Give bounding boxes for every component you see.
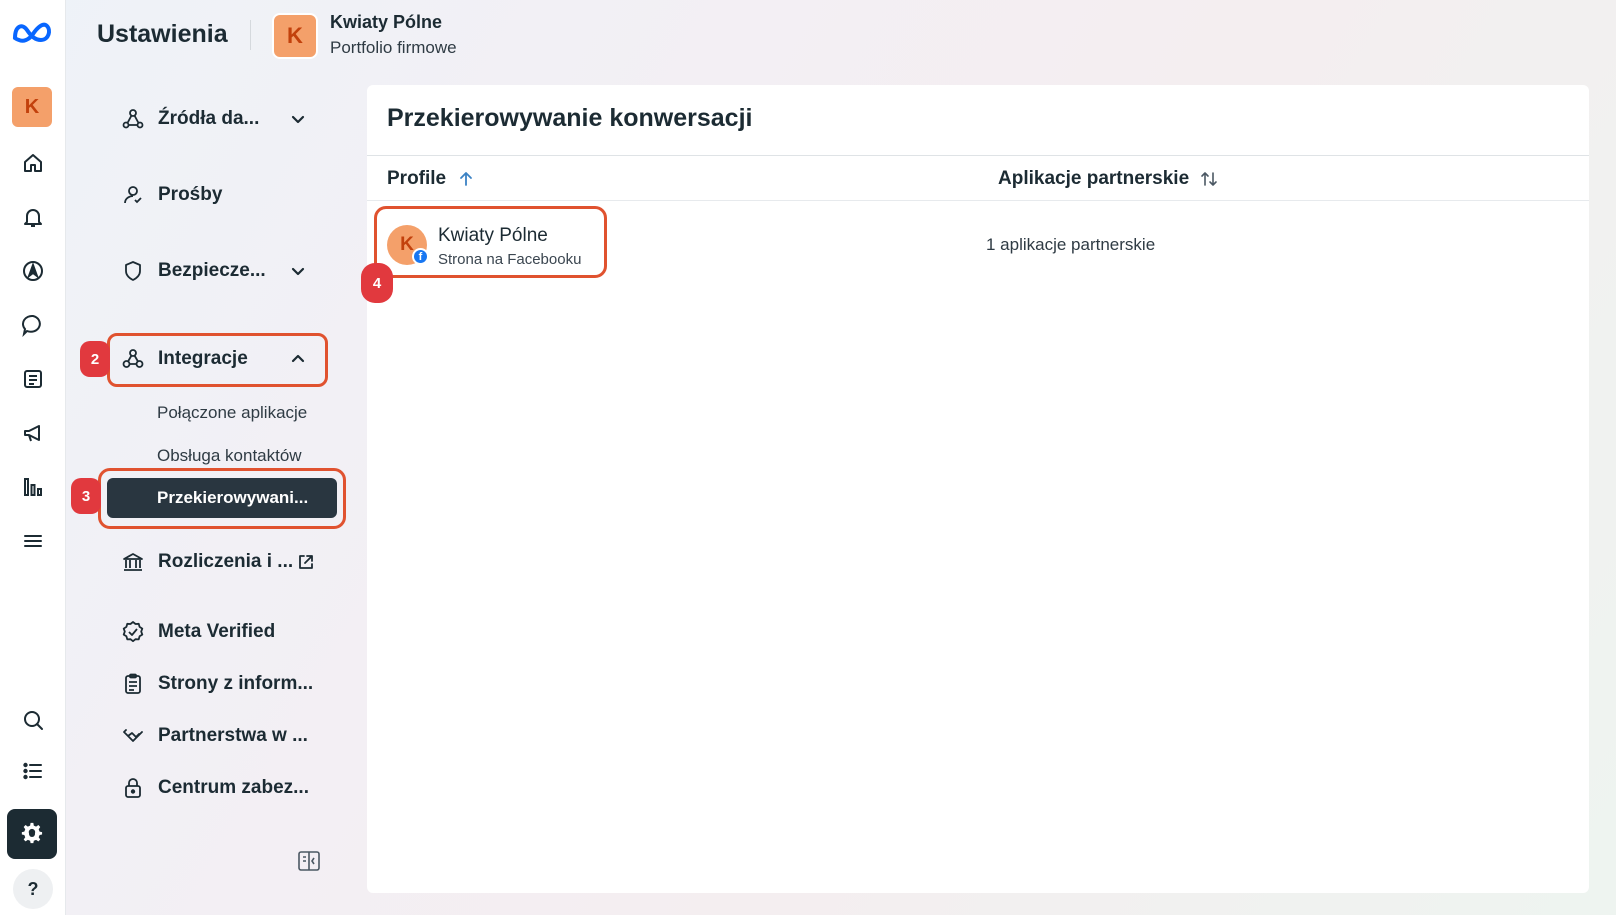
chevron-down-icon [288, 261, 308, 281]
business-avatar-header[interactable]: K [272, 13, 318, 59]
page-title: Ustawienia [97, 20, 228, 48]
icon-rail: K ? [0, 0, 66, 915]
sidebar-item-info-pages[interactable]: Strony z inform... [108, 658, 328, 710]
external-link-icon [296, 552, 316, 572]
panel-title: Przekierowywanie konwersacji [387, 104, 753, 132]
sidebar-item-label: Meta Verified [158, 621, 276, 642]
lock-icon [120, 775, 146, 801]
header-divider [250, 20, 251, 50]
sidebar-item-label: Rozliczenia i ... [158, 551, 294, 572]
business-subtitle: Portfolio firmowe [330, 38, 457, 57]
sort-ascending-icon [460, 172, 473, 186]
meta-logo[interactable] [10, 12, 56, 52]
menu-icon[interactable] [13, 521, 53, 561]
gear-icon[interactable] [7, 809, 57, 859]
sort-toggle-icon [1201, 172, 1217, 186]
table-header: Profile Aplikacje partnerskie [367, 155, 1589, 201]
newspaper-icon[interactable] [13, 359, 53, 399]
subitem-connected-apps[interactable]: Połączone aplikacje [157, 403, 307, 423]
compass-icon[interactable] [13, 251, 53, 291]
sidebar-item-data-sources[interactable]: Źródła da... [108, 93, 328, 145]
sidebar-item-label: Bezpiecze... [158, 260, 266, 281]
sidebar-item-billing[interactable]: Rozliczenia i ... [108, 536, 328, 588]
chat-icon[interactable] [13, 305, 53, 345]
chevron-down-icon [288, 109, 308, 129]
business-avatar[interactable]: K [12, 87, 52, 127]
step-badge-4: 4 [361, 263, 393, 303]
highlight-integrations [107, 333, 328, 387]
sidebar-item-security[interactable]: Bezpiecze... [108, 245, 328, 297]
partner-apps-count: 1 aplikacje partnerskie [986, 235, 1156, 254]
sidebar-item-partnerships[interactable]: Partnerstwa w ... [108, 710, 328, 762]
bell-icon[interactable] [13, 197, 53, 237]
sidebar-item-requests[interactable]: Prośby [108, 169, 328, 221]
bank-icon [120, 549, 146, 575]
column-header-partner-apps[interactable]: Aplikacje partnerskie [998, 168, 1219, 190]
step-badge-2: 2 [80, 341, 110, 377]
column-header-profile[interactable]: Profile [387, 168, 476, 190]
sidebar-item-security-center[interactable]: Centrum zabez... [108, 762, 328, 814]
search-icon[interactable] [13, 700, 53, 740]
chart-icon[interactable] [13, 467, 53, 507]
sidebar-item-label: Partnerstwa w ... [158, 725, 308, 746]
sidebar-item-label: Źródła da... [158, 108, 260, 129]
shield-icon [120, 258, 146, 284]
highlight-profile [374, 206, 607, 278]
verified-icon [120, 619, 146, 645]
collapse-sidebar-icon[interactable] [297, 849, 321, 873]
sidebar-item-label: Strony z inform... [158, 673, 314, 694]
business-name[interactable]: Kwiaty Pólne [330, 12, 442, 33]
megaphone-icon[interactable] [13, 413, 53, 453]
highlight-conversation-routing [98, 468, 346, 529]
sidebar-item-meta-verified[interactable]: Meta Verified [108, 606, 328, 658]
sidebar-item-label: Prośby [158, 184, 223, 205]
step-badge-3: 3 [71, 478, 101, 514]
home-icon[interactable] [13, 143, 53, 183]
clipboard-icon [120, 671, 146, 697]
handshake-icon [120, 723, 146, 749]
help-icon[interactable]: ? [13, 869, 53, 909]
list-icon[interactable] [13, 751, 53, 791]
person-request-icon [120, 182, 146, 208]
sidebar-item-label: Centrum zabez... [158, 777, 309, 798]
data-sources-icon [120, 106, 146, 132]
subitem-contact-handling[interactable]: Obsługa kontaktów [157, 446, 302, 466]
